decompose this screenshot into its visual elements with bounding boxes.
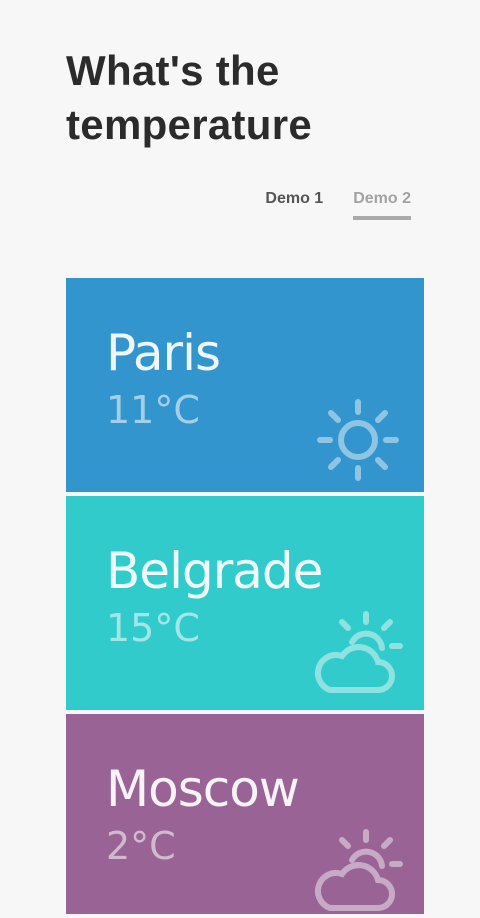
city-name: Paris	[106, 324, 221, 382]
weather-card-list: Paris 11°C Belgrade 15°C Moscow 2°C	[66, 278, 424, 918]
temperature-value: 15°C	[106, 606, 200, 650]
temperature-value: 2°C	[106, 824, 176, 868]
city-name: Moscow	[106, 760, 300, 818]
tab-demo-2[interactable]: Demo 2	[353, 190, 411, 220]
weather-card-belgrade[interactable]: Belgrade 15°C	[66, 496, 424, 710]
sun-icon	[317, 399, 399, 481]
weather-card-paris[interactable]: Paris 11°C	[66, 278, 424, 492]
temperature-value: 11°C	[106, 388, 200, 432]
city-name: Belgrade	[106, 542, 323, 600]
tab-bar: Demo 1 Demo 2	[265, 190, 411, 220]
tab-demo-1[interactable]: Demo 1	[265, 190, 323, 220]
partly-cloudy-icon	[315, 829, 403, 911]
page-title: What's the temperature	[66, 47, 313, 148]
weather-card-moscow[interactable]: Moscow 2°C	[66, 714, 424, 914]
partly-cloudy-icon	[315, 611, 403, 693]
